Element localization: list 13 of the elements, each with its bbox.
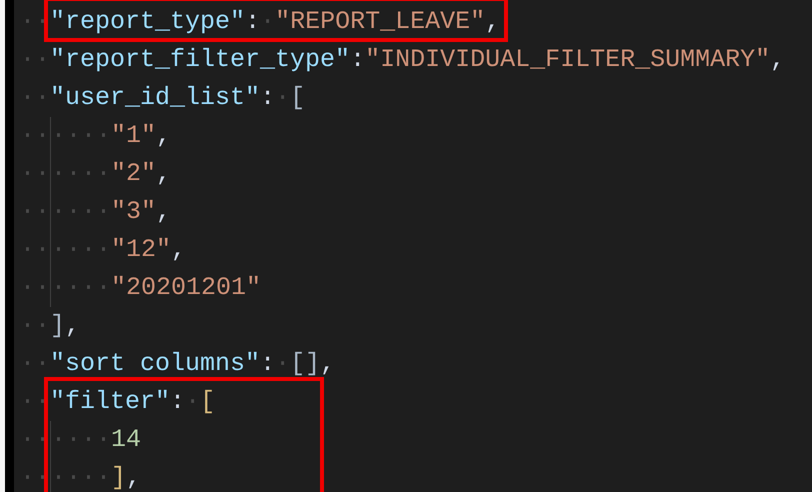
code-line: ··"report_type":·"REPORT_LEAVE",: [20, 6, 500, 38]
code-line: ··],: [20, 310, 80, 342]
code-line: ··"filter":·[: [20, 386, 216, 418]
code-line: ······"3",: [20, 193, 172, 231]
code-line: ··"sort columns":·[],: [20, 348, 336, 380]
code-line: ······14: [20, 421, 142, 459]
code-line: ··"report_filter_type":"INDIVIDUAL_FILTER_SUMMARY",: [20, 44, 786, 76]
code-line: ······],: [20, 459, 142, 492]
code-line: ······"1",: [20, 117, 172, 155]
code-line: ······"20201201": [20, 269, 262, 307]
code-line: ······"2",: [20, 155, 172, 193]
code-line: ··"user_id_list":·[: [20, 82, 306, 114]
code-line: ······"12",: [20, 231, 186, 269]
